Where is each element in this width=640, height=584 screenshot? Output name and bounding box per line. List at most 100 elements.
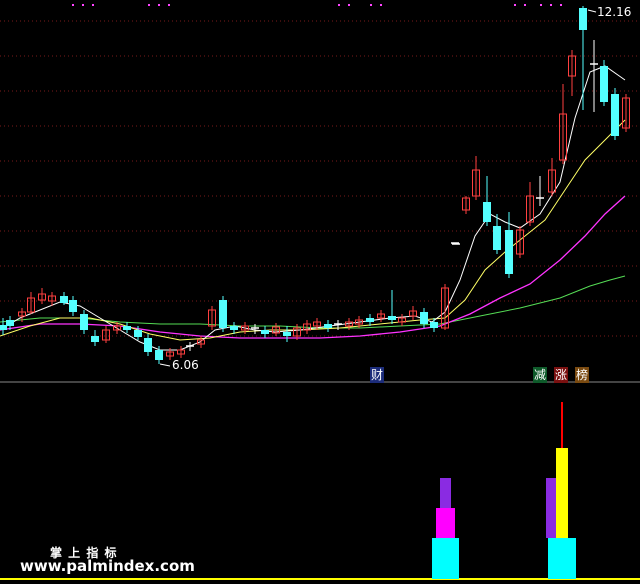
candle-body <box>6 320 14 326</box>
candle-body <box>420 312 428 324</box>
candle <box>102 326 110 343</box>
candle-body <box>134 330 142 337</box>
indicator-bar <box>432 538 459 579</box>
candle <box>69 296 77 316</box>
high-price-label: 12.16 <box>597 5 632 19</box>
candle <box>27 292 35 314</box>
candle <box>430 318 438 332</box>
finance-tag[interactable]: 财 <box>370 367 385 383</box>
indicator-bar <box>548 538 576 579</box>
candle-body <box>91 336 99 342</box>
top-marker-dots <box>72 4 562 6</box>
indicator-bar <box>440 478 451 508</box>
marker-dot <box>370 4 372 6</box>
candle <box>197 336 205 348</box>
candle-body <box>324 324 332 328</box>
marker-dot <box>348 4 350 6</box>
candle-body <box>155 350 163 360</box>
low-price-label: 6.06 <box>172 358 199 372</box>
candle-body <box>388 316 396 320</box>
candle-body <box>219 300 227 328</box>
candle <box>80 310 88 334</box>
marker-dot <box>92 4 94 6</box>
candle-body <box>144 338 152 352</box>
ma-mid-line <box>0 119 626 341</box>
marker-dot <box>550 4 552 6</box>
candle <box>38 288 46 304</box>
candle <box>324 320 332 332</box>
ma-slow-line <box>0 195 626 339</box>
candle <box>611 88 619 140</box>
candle-body <box>60 296 68 303</box>
candle <box>377 310 385 322</box>
candle <box>388 290 396 324</box>
candle <box>505 212 513 278</box>
candlestick-series <box>0 6 630 364</box>
candle <box>462 196 470 214</box>
candle-body <box>69 300 77 312</box>
marker-dot <box>82 4 84 6</box>
candle-body <box>483 202 491 222</box>
price-gridlines <box>0 20 640 337</box>
candle <box>568 50 576 96</box>
marker-dot <box>148 4 150 6</box>
limit-up-tag[interactable]: 涨 <box>554 367 569 383</box>
candle <box>219 296 227 332</box>
indicator-bar <box>556 448 568 538</box>
candle <box>493 214 501 254</box>
candle <box>472 156 480 200</box>
candle <box>600 60 608 106</box>
candle-body <box>493 226 501 250</box>
candle <box>559 84 567 164</box>
marker-dot <box>524 4 526 6</box>
reduce-tag[interactable]: 减 <box>533 367 548 383</box>
marker-dot <box>560 4 562 6</box>
indicator-bar <box>546 478 556 538</box>
ranking-tag[interactable]: 榜 <box>575 367 590 383</box>
candle <box>123 322 131 333</box>
high-price-leader <box>587 9 597 13</box>
candle <box>144 334 152 356</box>
candle <box>590 40 598 112</box>
moving-average-lines <box>0 65 626 351</box>
low-price-leader <box>159 363 171 367</box>
candle-body <box>430 322 438 328</box>
candle <box>366 314 374 326</box>
marker-dot <box>380 4 382 6</box>
candle-body <box>283 332 291 336</box>
candle <box>283 326 291 342</box>
candle-body <box>123 326 131 330</box>
candle <box>579 6 587 110</box>
candle-body <box>579 8 587 30</box>
marker-dot <box>540 4 542 6</box>
candle <box>398 314 406 326</box>
candle-body <box>611 94 619 136</box>
candle <box>208 306 216 330</box>
marker-dot <box>514 4 516 6</box>
candle <box>536 176 544 206</box>
candle-body <box>505 230 513 274</box>
candle-body <box>261 330 269 334</box>
ma-fast-line <box>0 65 626 351</box>
marker-dot <box>72 4 74 6</box>
candle <box>0 318 7 335</box>
indicator-bar <box>436 508 455 538</box>
candle <box>483 176 491 226</box>
candle <box>91 330 99 346</box>
candle <box>409 306 417 320</box>
candle-body <box>366 318 374 322</box>
marker-dot <box>158 4 160 6</box>
kline-chart <box>0 4 640 580</box>
candle <box>186 342 194 351</box>
candle-body <box>600 66 608 102</box>
candle-body <box>80 314 88 330</box>
indicator-bar <box>561 402 563 448</box>
footer-url[interactable]: www.palmindex.com <box>20 557 195 575</box>
candle-body <box>0 325 7 330</box>
candle-body <box>230 326 238 330</box>
indicator-bars <box>432 402 576 579</box>
marker-dot <box>168 4 170 6</box>
candle <box>177 346 185 358</box>
candle <box>261 326 269 338</box>
marker-dot <box>338 4 340 6</box>
